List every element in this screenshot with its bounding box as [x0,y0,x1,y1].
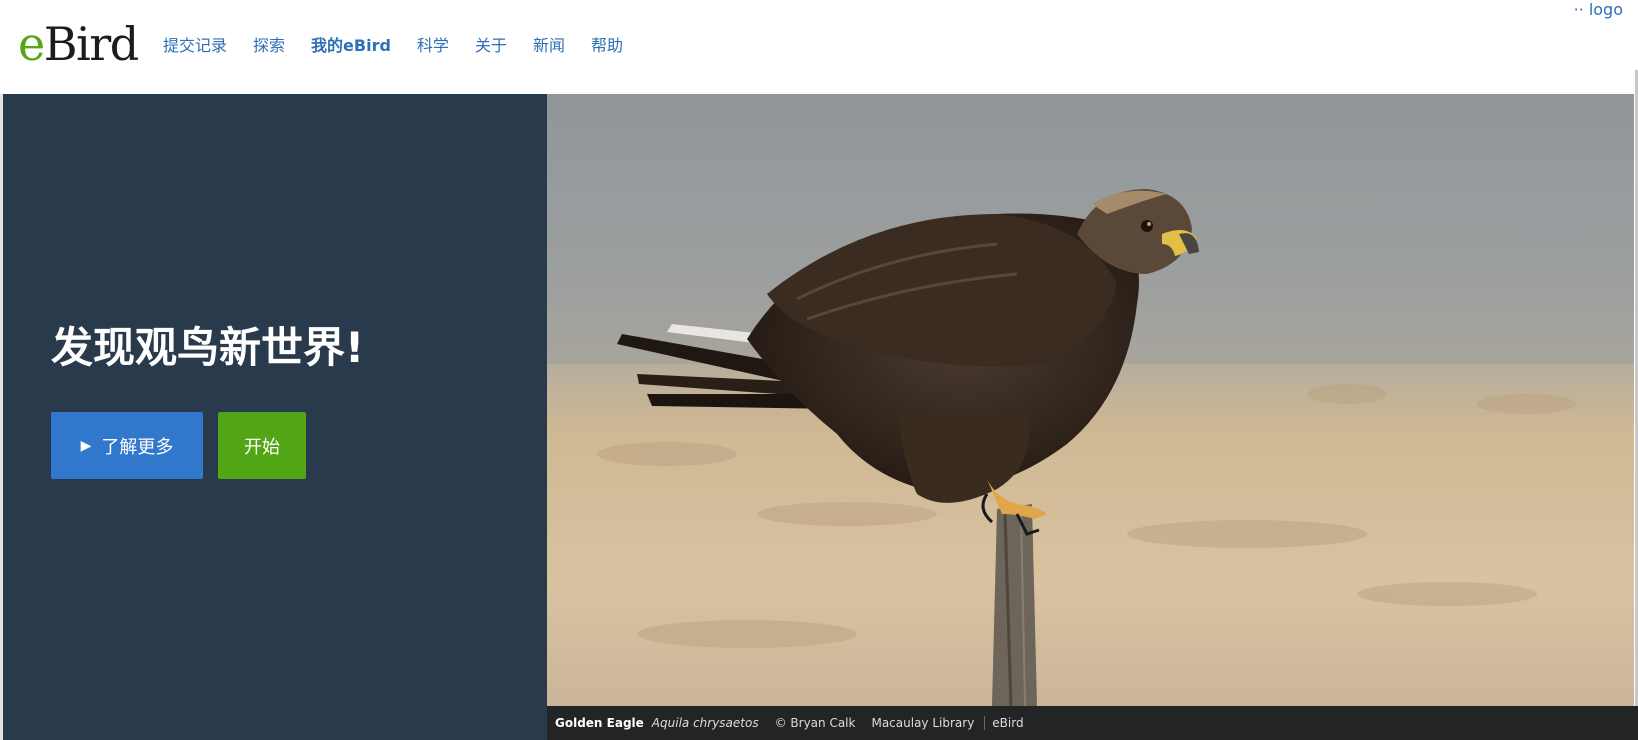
main-nav: 提交记录 探索 我的eBird 科学 关于 新闻 帮助 [163,34,649,58]
nav-explore[interactable]: 探索 [253,34,285,58]
nav-news[interactable]: 新闻 [533,34,565,58]
site-header: eBird 提交记录 探索 我的eBird 科学 关于 新闻 帮助 ·· log… [0,0,1638,94]
golden-eagle-image [547,94,1634,706]
nav-submit[interactable]: 提交记录 [163,34,227,58]
partner-logo-alt-text[interactable]: ·· logo [1574,0,1623,20]
nav-my-ebird[interactable]: 我的eBird [311,34,391,58]
species-common-name[interactable]: Golden Eagle [555,716,644,730]
nav-help[interactable]: 帮助 [591,34,623,58]
start-button[interactable]: 开始 [218,412,306,479]
macaulay-library-link[interactable]: Macaulay Library [871,716,986,730]
ebird-logo[interactable]: eBird [18,16,139,72]
photo-caption: Golden Eagle Aquila chrysaetos © Bryan C… [547,706,1638,740]
hero-panel: 发现观鸟新世界! ▶ 了解更多 开始 [3,94,547,740]
photo-credit: © Bryan Calk [774,716,856,730]
start-label: 开始 [244,436,280,458]
source-link[interactable]: eBird [992,716,1023,730]
play-icon: ▶ [80,437,92,454]
hero-headline: 发现观鸟新世界! [51,323,365,372]
nav-science[interactable]: 科学 [417,34,449,58]
learn-more-button[interactable]: ▶ 了解更多 [51,412,203,479]
hero-photo [547,94,1634,706]
learn-more-label: 了解更多 [101,436,174,458]
nav-about[interactable]: 关于 [475,34,507,58]
species-scientific-name: Aquila chrysaetos [651,716,759,730]
